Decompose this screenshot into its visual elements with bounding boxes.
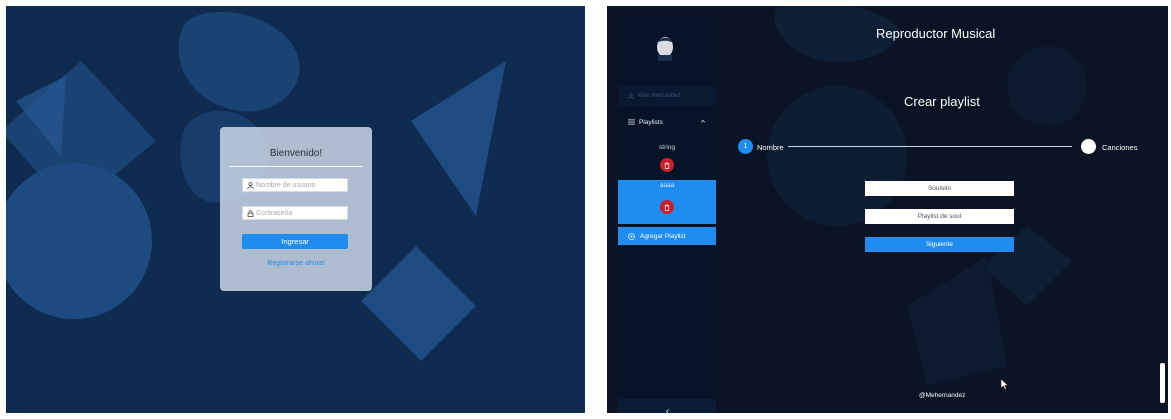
username-input[interactable]: Nombre de usuario [242, 178, 348, 192]
playlist-item[interactable]: string [618, 142, 716, 182]
playlist-name-input[interactable]: Soulsito [865, 181, 1014, 196]
playlist-item[interactable]: aaaa [618, 180, 716, 224]
login-title: Bienvenido! [269, 148, 323, 159]
username-placeholder: Nombre de usuario [256, 181, 316, 189]
playlist-description-input[interactable]: Playlist de soul [865, 209, 1014, 224]
user-name: Kike Hernandez [638, 93, 681, 99]
playlist-name: aaaa [659, 182, 675, 189]
page-title: Crear playlist [904, 94, 980, 109]
login-screen: Bienvenido! Nombre de usuario Contraseña… [6, 6, 585, 413]
trash-icon [664, 203, 670, 211]
plus-circle-icon [628, 232, 635, 240]
footer-credit: @Mehernandez [919, 392, 966, 399]
divider [229, 166, 363, 167]
password-placeholder: Contraseña [256, 209, 293, 217]
sidebar-playlists-toggle[interactable]: Playlists [618, 113, 716, 131]
register-link[interactable]: Registrarse ahora! [220, 260, 372, 267]
delete-playlist-button[interactable] [660, 200, 674, 214]
scrollbar[interactable] [1160, 363, 1165, 403]
login-button[interactable]: Ingresar [242, 234, 348, 249]
sidebar-user[interactable]: Kike Hernandez [618, 86, 716, 106]
step-2-indicator [1081, 139, 1096, 154]
chevron-left-icon [665, 408, 669, 413]
next-button[interactable]: Siguiente [865, 237, 1014, 252]
music-player-screen: Reproductor Musical Kike Hernandez Playl… [607, 6, 1168, 413]
lock-icon [247, 209, 254, 217]
login-card: Bienvenido! Nombre de usuario Contraseña… [220, 127, 372, 291]
stepper-line [788, 146, 1072, 147]
add-playlist-button[interactable]: Agregar Playlist [618, 227, 716, 245]
app-title: Reproductor Musical [876, 26, 996, 41]
delete-playlist-button[interactable] [660, 158, 674, 172]
sidebar: Kike Hernandez Playlists string aaaa Agr… [618, 16, 716, 413]
step-1-label: Nombre [757, 143, 784, 152]
list-icon [628, 119, 635, 125]
trash-icon [664, 161, 670, 169]
password-input[interactable]: Contraseña [242, 206, 348, 220]
mouse-cursor-icon [1001, 379, 1009, 390]
step-1-indicator: 1 [738, 139, 753, 154]
user-icon [628, 93, 634, 99]
step-2-label: Canciones [1102, 143, 1138, 152]
chevron-up-icon [700, 119, 706, 123]
user-avatar-icon [657, 37, 673, 61]
add-playlist-label: Agregar Playlist [640, 232, 686, 240]
collapse-sidebar-button[interactable] [618, 399, 716, 413]
playlists-label: Playlists [639, 118, 663, 126]
playlist-name: string [659, 144, 675, 151]
user-icon [247, 181, 254, 189]
